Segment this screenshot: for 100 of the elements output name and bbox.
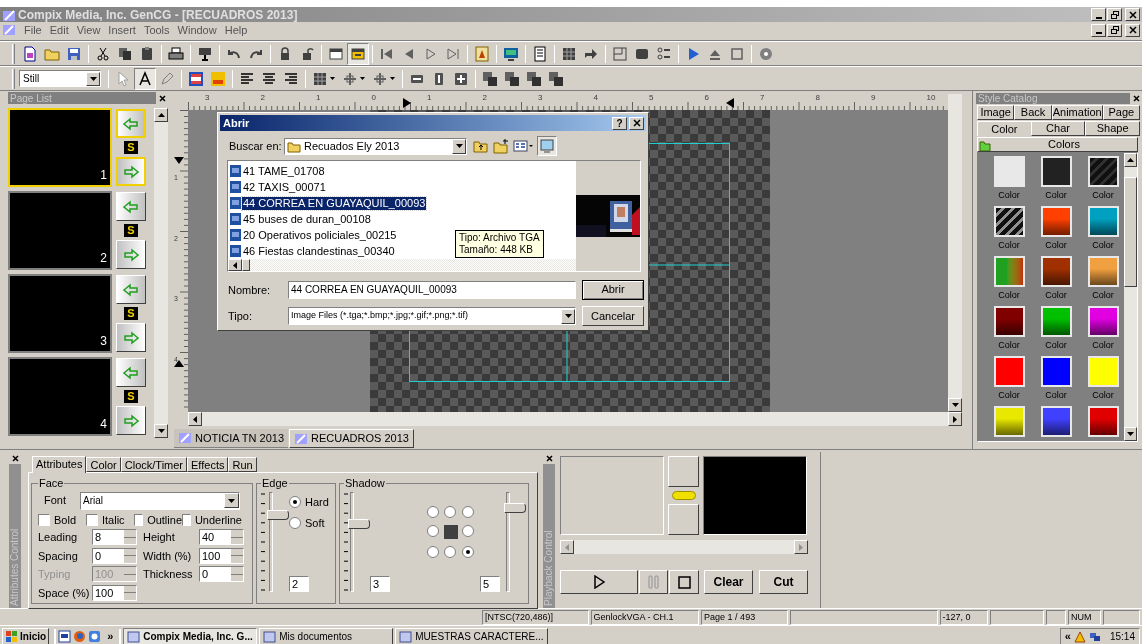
swatch-label: Color [1045,289,1067,302]
more-button[interactable]: » [103,628,118,644]
help-button[interactable]: ? [612,116,627,130]
folder-dropdown[interactable]: Recuados Ely 2013 [284,137,467,155]
catalog-tab[interactable]: Animation [1051,105,1103,120]
ruler-label: 9 [871,94,876,102]
start-button[interactable]: Inicio [2,627,50,644]
catalog-tab[interactable]: Color [977,121,1031,136]
page-number: 1 [100,167,107,184]
checkbox-label: Outline [147,512,182,528]
swatch-label: Color [1045,189,1067,202]
checkbox-label: Underline [194,512,242,528]
menu-item[interactable]: Tools [139,23,174,37]
catalog-tab[interactable]: Back [1014,105,1052,120]
swatch-label: Color [998,189,1020,202]
status-cell: -127, 0 [939,609,989,625]
spin-field[interactable]: 100 [199,547,244,564]
ruler-label: 0 [371,94,376,102]
taskbar-button[interactable]: MUESTRAS CARACTERE... [395,627,548,644]
menu-item[interactable]: Edit [45,23,73,37]
document-tab[interactable]: RECUADROS 2013 [289,429,414,448]
open-button[interactable]: Abrir [582,280,644,300]
value-field: 3 [370,575,390,592]
document-tab[interactable]: NOTICIA TN 2013 [174,429,289,448]
section-title: Colors [1047,137,1081,153]
swatch-label: Color [1045,339,1067,352]
ruler-label: 6 [704,94,709,102]
ruler-label: 2 [482,94,487,102]
ruler-label: 1 [427,94,432,102]
page-thumbnail[interactable]: 1 [8,108,112,187]
group-title: Edge [261,476,289,491]
group-title: Shadow [344,476,386,491]
type-dropdown[interactable]: Image Files (*.tga;*.bmp;*.jpg;*.gif;*.png;*.tif) [288,307,576,325]
list-entry[interactable]: 20 Operativos policiales_00215 [242,228,398,242]
ruler-label: 1 [316,94,321,102]
page-thumbnail[interactable]: 3 [8,274,112,353]
list-entry[interactable]: 44 CORREA EN GUAYAQUIL_00093 [242,196,427,210]
playback-button[interactable]: Clear [704,570,753,594]
font-dropdown[interactable]: Arial [80,491,240,510]
panel-title: Style Catalog [977,93,1039,104]
ruler-label: 7 [760,94,765,102]
swatch-label: Color [998,289,1020,302]
clock: 15:14 [1109,630,1135,644]
input-field[interactable]: 44 CORREA EN GUAYAQUIL_00093 [288,281,576,299]
tooltip-text: Tamaño: 448 KB [459,244,534,256]
field-label: Nombre: [228,282,272,298]
cancel-button[interactable]: Cancelar [582,306,644,326]
panel-tab[interactable]: Clock/Timer [120,457,188,472]
dialog-title: Abrir [223,115,251,131]
ruler-label: 5 [649,94,654,102]
swatch-label: Color [998,389,1020,402]
swatch-label: Color [998,339,1020,352]
radio-label: Soft [305,516,325,531]
catalog-tab[interactable]: Image [977,105,1015,120]
field-label: Thickness [143,567,194,582]
value-field: 2 [289,575,309,592]
taskbar-button[interactable]: Mis documentos [259,627,394,644]
tooltip-text: Tipo: Archivo TGA [459,232,540,244]
checkbox-label: Italic [102,512,125,528]
menu-item[interactable]: View [72,23,105,37]
taskbar-button[interactable]: Compix Media, Inc. G... [123,627,258,644]
status-cell: [NTSC(720,486)] [482,609,589,625]
list-entry[interactable]: 45 buses de duran_00108 [242,212,372,226]
page-thumbnail[interactable]: 2 [8,191,112,270]
menu-item[interactable]: Insert [104,23,140,37]
group-title: Face [38,476,65,491]
playback-button[interactable]: Cut [759,570,808,594]
style-dropdown[interactable]: Still [19,70,101,87]
catalog-tab[interactable]: Char [1030,121,1086,136]
ruler-label: 8 [815,94,820,102]
field-label: Width (%) [143,548,193,564]
panel-tab[interactable]: Color [86,457,121,472]
status-cell: NUM [1068,609,1102,625]
menu-item[interactable]: Window [173,23,221,37]
spin-field[interactable]: 8 [92,529,137,546]
list-entry[interactable]: 46 Fiestas clandestinas_00340 [242,244,396,258]
swatch-label: Color [1092,189,1114,202]
menu-item[interactable]: Help [220,23,252,37]
spin-field[interactable]: 100 [92,584,137,601]
page-thumbnail[interactable]: 4 [8,357,112,436]
swatch-label: Color [1092,239,1114,252]
spin-field[interactable]: 40 [199,529,244,546]
page-badge: S [124,390,138,403]
list-entry[interactable]: 42 TAXIS_00071 [242,180,327,194]
field-label: Leading [38,530,79,545]
spin-field[interactable]: 0 [199,566,244,583]
ruler-label: 4 [593,94,598,102]
catalog-tab[interactable]: Shape [1085,121,1140,136]
field-label: Buscar en: [229,138,283,154]
field-label: Typing [38,567,72,582]
tray-expand-button[interactable]: « [1064,628,1071,644]
window-title: Compix Media, Inc. GenCG - [RECUADROS 2013] [18,7,299,22]
menu-item[interactable]: File [20,23,46,37]
panel-tab[interactable]: Effects [187,457,229,472]
panel-tab[interactable]: Attributes [32,456,87,473]
list-entry[interactable]: 41 TAME_01708 [242,164,326,178]
catalog-tab[interactable]: Page [1102,105,1140,120]
file-list[interactable]: 41 TAME_01708 42 TAXIS_00071 44 CORREA EN GUAYAQUIL_00093 45 buses de duran_00108 20 Operativos policiales_00215 46 Fiestas clandestinas_00340 Tipo: Archivo TGA Tamaño: 448 KB [228,161,576,271]
spin-field[interactable]: 0 [92,547,137,564]
panel-tab[interactable]: Run [228,457,257,472]
